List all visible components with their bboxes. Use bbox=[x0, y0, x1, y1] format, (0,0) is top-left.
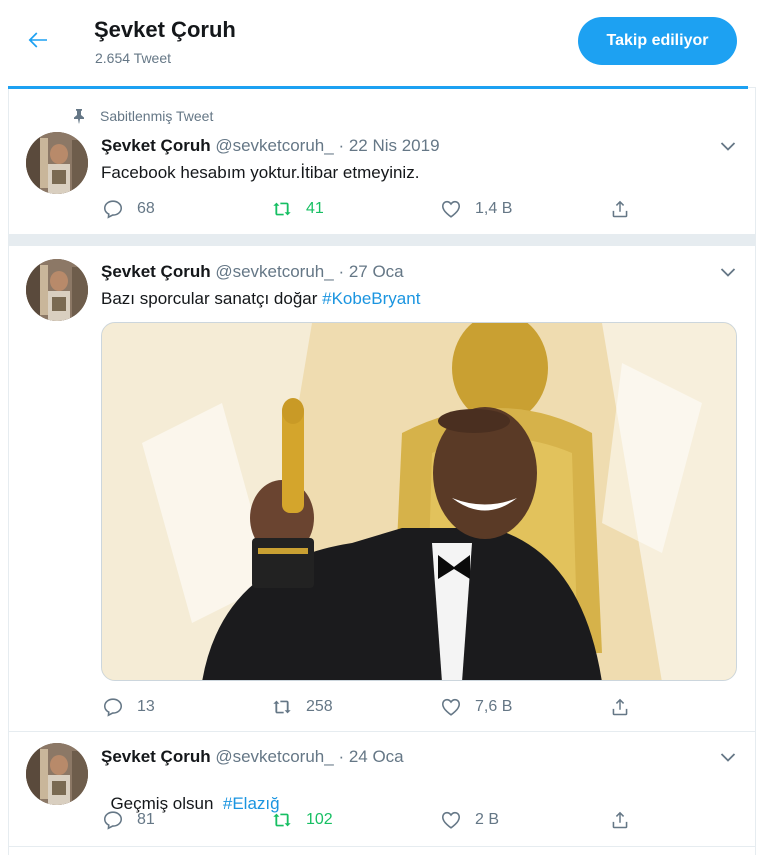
reply-button[interactable]: 13 bbox=[102, 696, 155, 718]
heart-icon bbox=[441, 698, 461, 716]
profile-name: Şevket Çoruh bbox=[94, 17, 236, 42]
reply-count: 13 bbox=[137, 698, 155, 715]
like-count: 2 B bbox=[475, 811, 500, 828]
tweet-text: Facebook hesabım yoktur.İtibar etmeyiniz… bbox=[101, 163, 419, 183]
pin-icon bbox=[74, 109, 84, 124]
retweet-count: 41 bbox=[306, 200, 324, 217]
retweet-icon bbox=[273, 202, 291, 216]
tweet-handle[interactable]: @sevketcoruh_ bbox=[215, 262, 333, 281]
avatar[interactable] bbox=[26, 132, 88, 194]
retweet-button[interactable]: 41 bbox=[271, 198, 324, 220]
following-button[interactable]: Takip ediliyor bbox=[578, 17, 737, 65]
avatar[interactable] bbox=[26, 743, 88, 805]
share-icon bbox=[612, 698, 628, 716]
like-button[interactable]: 1,4 B bbox=[440, 198, 512, 220]
arrow-left-icon bbox=[28, 32, 47, 48]
reply-icon bbox=[103, 811, 123, 830]
retweet-count: 258 bbox=[306, 698, 333, 715]
tweet-handle[interactable]: @sevketcoruh_ bbox=[215, 136, 333, 155]
share-button[interactable] bbox=[609, 198, 631, 220]
chevron-down-icon[interactable] bbox=[718, 262, 738, 282]
tweet-text: Bazı sporcular sanatçı doğar #KobeBryant bbox=[101, 289, 420, 309]
tweet-count: 2.654 Tweet bbox=[95, 50, 172, 66]
hashtag-link[interactable]: #KobeBryant bbox=[322, 289, 420, 308]
tweet-author-name[interactable]: Şevket Çoruh bbox=[101, 136, 211, 155]
share-icon bbox=[612, 200, 628, 218]
tweet-photo[interactable] bbox=[101, 322, 737, 681]
reply-icon bbox=[103, 698, 123, 717]
active-tab-indicator bbox=[8, 86, 748, 89]
tweet-divider bbox=[8, 731, 756, 732]
like-count: 7,6 B bbox=[475, 698, 513, 715]
reply-icon bbox=[103, 200, 123, 219]
reply-count: 68 bbox=[137, 200, 155, 217]
share-icon bbox=[612, 811, 628, 829]
like-count: 1,4 B bbox=[475, 200, 513, 217]
tweet-header: Şevket Çoruh @sevketcoruh_ · 24 Oca bbox=[101, 747, 404, 767]
tweet-handle[interactable]: @sevketcoruh_ bbox=[215, 747, 333, 766]
tweet-date[interactable]: · 24 Oca bbox=[338, 747, 403, 766]
chevron-down-icon[interactable] bbox=[718, 136, 738, 156]
reply-button[interactable]: 68 bbox=[102, 198, 155, 220]
heart-icon bbox=[441, 200, 461, 218]
section-separator bbox=[8, 234, 756, 246]
retweet-button[interactable]: 102 bbox=[271, 809, 333, 831]
like-button[interactable]: 2 B bbox=[440, 809, 499, 831]
retweet-icon bbox=[273, 813, 291, 827]
tweet-text: Geçmiş olsun #Elazığ bbox=[101, 774, 279, 814]
tweet-body: Facebook hesabım yoktur.İtibar etmeyiniz… bbox=[101, 163, 420, 182]
tweet-date[interactable]: · 22 Nis 2019 bbox=[338, 136, 439, 155]
tweet-header: Şevket Çoruh @sevketcoruh_ · 22 Nis 2019 bbox=[101, 136, 440, 156]
tweet-date[interactable]: · 27 Oca bbox=[338, 262, 403, 281]
pinned-label: Sabitlenmiş Tweet bbox=[100, 108, 214, 124]
back-button[interactable] bbox=[24, 26, 52, 54]
retweet-button[interactable]: 258 bbox=[271, 696, 333, 718]
tweet-body: Bazı sporcular sanatçı doğar bbox=[101, 289, 323, 308]
retweet-count: 102 bbox=[306, 811, 333, 828]
avatar[interactable] bbox=[26, 259, 88, 321]
share-button[interactable] bbox=[609, 809, 631, 831]
share-button[interactable] bbox=[609, 696, 631, 718]
tweet-author-name[interactable]: Şevket Çoruh bbox=[101, 747, 211, 766]
chevron-down-icon[interactable] bbox=[718, 747, 738, 767]
reply-count: 81 bbox=[137, 811, 155, 828]
reply-button[interactable]: 81 bbox=[102, 809, 155, 831]
tweet-divider bbox=[8, 846, 756, 847]
tweet-author-name[interactable]: Şevket Çoruh bbox=[101, 262, 211, 281]
heart-icon bbox=[441, 811, 461, 829]
tweet-header: Şevket Çoruh @sevketcoruh_ · 27 Oca bbox=[101, 262, 404, 282]
retweet-icon bbox=[273, 700, 291, 714]
like-button[interactable]: 7,6 B bbox=[440, 696, 512, 718]
